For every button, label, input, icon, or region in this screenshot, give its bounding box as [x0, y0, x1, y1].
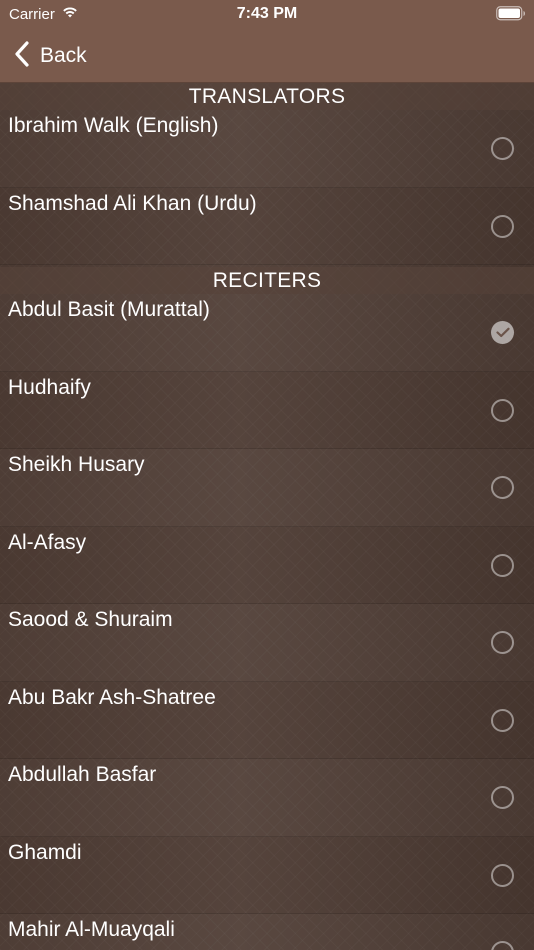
list-item-label: Ghamdi — [8, 840, 82, 864]
list-item-saood-shuraim[interactable]: Saood & Shuraim — [0, 604, 534, 682]
radio-unchecked-icon[interactable] — [491, 786, 514, 810]
list-item-al-afasy[interactable]: Al-Afasy — [0, 527, 534, 604]
list-item-label: Shamshad Ali Khan (Urdu) — [8, 191, 257, 215]
list-item-sheikh-husary[interactable]: Sheikh Husary — [0, 449, 534, 527]
section-header-translators: TRANSLATORS — [0, 83, 534, 110]
radio-unchecked-icon[interactable] — [491, 863, 514, 887]
list-item-label: Abu Bakr Ash-Shatree — [8, 685, 216, 709]
back-button[interactable]: Back — [14, 39, 87, 73]
list-item-abdullah-basfar[interactable]: Abdullah Basfar — [0, 759, 534, 837]
radio-unchecked-icon[interactable] — [491, 476, 514, 500]
translators-list: Ibrahim Walk (English) Shamshad Ali Khan… — [0, 110, 534, 265]
section-header-reciters: RECITERS — [0, 267, 534, 294]
radio-unchecked-icon[interactable] — [491, 553, 514, 577]
list-item-label: Ibrahim Walk (English) — [8, 114, 219, 137]
list-item-label: Abdullah Basfar — [8, 763, 157, 786]
radio-unchecked-icon[interactable] — [491, 708, 514, 732]
radio-unchecked-icon[interactable] — [491, 631, 514, 655]
list-item-ghamdi[interactable]: Ghamdi — [0, 837, 534, 914]
list-item-label: Saood & Shuraim — [8, 608, 173, 631]
reciters-list: Abdul Basit (Murattal) Hudhaify Sheikh H… — [0, 294, 534, 950]
radio-unchecked-icon[interactable] — [491, 137, 514, 161]
navigation-bar: Back — [0, 30, 534, 83]
radio-unchecked-icon[interactable] — [491, 214, 514, 238]
radio-unchecked-icon[interactable] — [491, 941, 514, 950]
radio-unchecked-icon[interactable] — [491, 398, 514, 422]
status-time: 7:43 PM — [236, 5, 298, 22]
list-item-label: Al-Afasy — [8, 530, 87, 554]
list-item-abdul-basit[interactable]: Abdul Basit (Murattal) — [0, 294, 534, 372]
battery-icon — [496, 6, 526, 26]
list-item-label: Hudhaify — [8, 375, 91, 399]
list-item-label: Sheikh Husary — [8, 453, 145, 476]
checkmark-icon[interactable] — [491, 321, 514, 345]
list-item-hudhaify[interactable]: Hudhaify — [0, 372, 534, 449]
status-bar: Carrier 7:43 PM — [0, 0, 534, 30]
list-item-label: Mahir Al-Muayqali — [8, 918, 175, 941]
back-label: Back — [40, 44, 87, 67]
list-item-ibrahim-walk[interactable]: Ibrahim Walk (English) — [0, 110, 534, 188]
list-item-shamshad-ali-khan[interactable]: Shamshad Ali Khan (Urdu) — [0, 188, 534, 265]
settings-list[interactable]: TRANSLATORS Ibrahim Walk (English) Shams… — [0, 83, 534, 950]
list-item-label: Abdul Basit (Murattal) — [8, 298, 210, 321]
list-item-mahir-al-muayqali[interactable]: Mahir Al-Muayqali — [0, 914, 534, 950]
chevron-left-icon — [14, 40, 30, 72]
list-item-abu-bakr-ash-shatree[interactable]: Abu Bakr Ash-Shatree — [0, 682, 534, 759]
